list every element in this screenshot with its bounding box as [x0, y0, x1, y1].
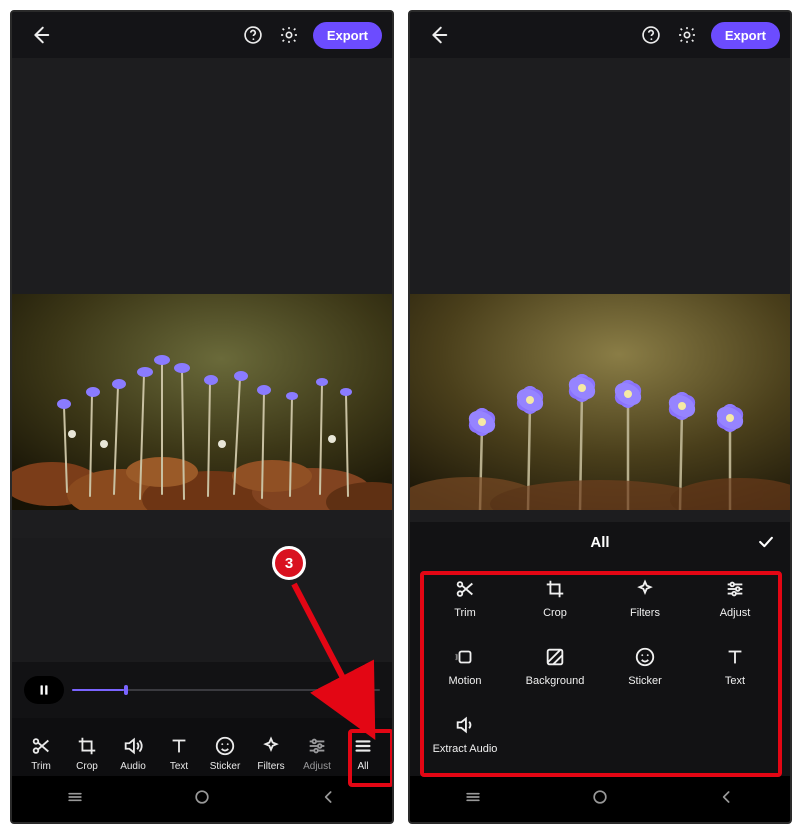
- video-preview[interactable]: [12, 58, 392, 538]
- tool-label: Crop: [76, 761, 98, 772]
- text-icon: [724, 646, 746, 668]
- item-label: Background: [526, 675, 585, 687]
- topbar: Export: [410, 12, 790, 58]
- android-navbar: [410, 776, 790, 822]
- tool-label: Trim: [31, 761, 51, 772]
- home-button[interactable]: [590, 787, 610, 812]
- tool-crop[interactable]: Crop: [67, 735, 107, 772]
- chevron-left-icon: [717, 787, 737, 807]
- sparkle-icon: [260, 735, 282, 757]
- item-label: Adjust: [720, 607, 751, 619]
- video-frame: [12, 294, 392, 510]
- back-button[interactable]: [24, 19, 56, 51]
- panel-item-sticker[interactable]: Sticker: [604, 636, 686, 696]
- tool-label: Filters: [257, 761, 284, 772]
- progress-slider[interactable]: [72, 689, 380, 691]
- help-icon: [641, 25, 661, 45]
- tool-label: Text: [170, 761, 188, 772]
- check-icon: [756, 532, 776, 552]
- scissors-icon: [30, 735, 52, 757]
- tool-text[interactable]: Text: [159, 735, 199, 772]
- panel-item-crop[interactable]: Crop: [514, 568, 596, 628]
- recent-icon: [65, 787, 85, 807]
- panel-item-motion[interactable]: Motion: [424, 636, 506, 696]
- tool-label: Adjust: [303, 761, 331, 772]
- export-button[interactable]: Export: [711, 22, 780, 49]
- chevron-left-icon: [319, 787, 339, 807]
- item-label: Trim: [454, 607, 476, 619]
- sparkle-icon: [634, 578, 656, 600]
- panel-item-text[interactable]: Text: [694, 636, 776, 696]
- pause-icon: [37, 683, 51, 697]
- panel-title: All: [590, 534, 609, 551]
- tool-label: Audio: [120, 761, 146, 772]
- arrow-left-icon: [427, 24, 449, 46]
- back-button[interactable]: [422, 19, 454, 51]
- menu-icon: [352, 735, 374, 757]
- speaker-icon: [122, 735, 144, 757]
- sliders-icon: [306, 735, 328, 757]
- home-button[interactable]: [192, 787, 212, 812]
- playback-row: [12, 662, 392, 718]
- video-frame: [410, 294, 790, 510]
- settings-button[interactable]: [275, 21, 303, 49]
- smiley-icon: [634, 646, 656, 668]
- export-button[interactable]: Export: [313, 22, 382, 49]
- crop-icon: [544, 578, 566, 600]
- confirm-button[interactable]: [756, 532, 776, 556]
- smiley-icon: [214, 735, 236, 757]
- spacer-dark: [12, 538, 392, 662]
- phone-left: Export: [10, 10, 394, 824]
- recent-apps-button[interactable]: [463, 787, 483, 812]
- tool-label: Sticker: [210, 761, 241, 772]
- circle-icon: [192, 787, 212, 807]
- arrow-left-icon: [29, 24, 51, 46]
- tool-audio[interactable]: Audio: [113, 735, 153, 772]
- tool-all[interactable]: All: [343, 735, 383, 772]
- tool-label: All: [357, 761, 368, 772]
- speaker-icon: [454, 714, 476, 736]
- help-button[interactable]: [637, 21, 665, 49]
- all-panel-header: All: [410, 522, 790, 562]
- back-nav-button[interactable]: [717, 787, 737, 812]
- panel-item-adjust[interactable]: Adjust: [694, 568, 776, 628]
- background-icon: [544, 646, 566, 668]
- item-label: Motion: [448, 675, 481, 687]
- gear-icon: [677, 25, 697, 45]
- text-icon: [168, 735, 190, 757]
- phone-right: Export: [408, 10, 792, 824]
- motion-icon: [454, 646, 476, 668]
- gear-icon: [279, 25, 299, 45]
- item-label: Filters: [630, 607, 660, 619]
- scissors-icon: [454, 578, 476, 600]
- recent-icon: [463, 787, 483, 807]
- android-navbar: [12, 776, 392, 822]
- panel-item-filters[interactable]: Filters: [604, 568, 686, 628]
- recent-apps-button[interactable]: [65, 787, 85, 812]
- item-label: Crop: [543, 607, 567, 619]
- settings-button[interactable]: [673, 21, 701, 49]
- back-nav-button[interactable]: [319, 787, 339, 812]
- item-label: Extract Audio: [433, 743, 498, 755]
- pause-button[interactable]: [24, 676, 64, 704]
- tool-filters[interactable]: Filters: [251, 735, 291, 772]
- topbar: Export: [12, 12, 392, 58]
- tool-sticker[interactable]: Sticker: [205, 735, 245, 772]
- stage: Export: [0, 0, 800, 830]
- crop-icon: [76, 735, 98, 757]
- tool-trim[interactable]: Trim: [21, 735, 61, 772]
- all-panel: Trim Crop Filters Adjust Motion: [410, 562, 790, 788]
- tool-adjust[interactable]: Adjust: [297, 735, 337, 772]
- help-icon: [243, 25, 263, 45]
- video-preview[interactable]: [410, 58, 790, 522]
- panel-item-extract-audio[interactable]: Extract Audio: [424, 704, 506, 764]
- panel-item-background[interactable]: Background: [514, 636, 596, 696]
- item-label: Sticker: [628, 675, 662, 687]
- panel-item-trim[interactable]: Trim: [424, 568, 506, 628]
- circle-icon: [590, 787, 610, 807]
- item-label: Text: [725, 675, 745, 687]
- help-button[interactable]: [239, 21, 267, 49]
- sliders-icon: [724, 578, 746, 600]
